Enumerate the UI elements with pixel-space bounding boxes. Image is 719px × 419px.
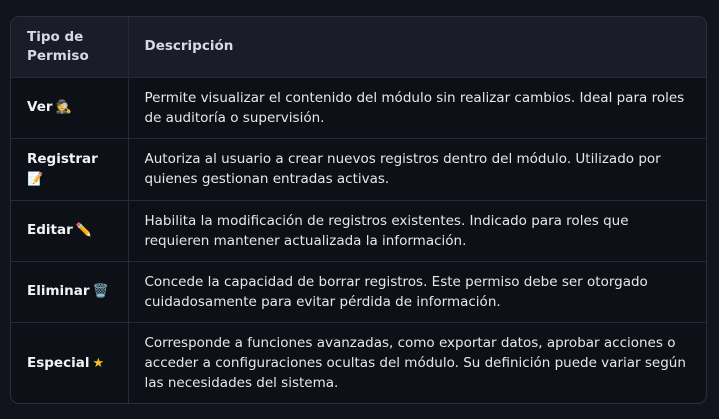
trash-icon: 🗑️ [92, 284, 109, 299]
description-cell: Concede la capacidad de borrar registros… [128, 261, 706, 323]
column-header-permission-type: Tipo de Permiso [11, 17, 129, 78]
description-cell: Permite visualizar el contenido del módu… [128, 77, 706, 139]
permission-cell: Ver 🕵️ [11, 77, 129, 139]
permission-name: Eliminar [27, 283, 90, 299]
table-row: Eliminar 🗑️ Concede la capacidad de borra… [11, 261, 706, 323]
description-cell: Autoriza al usuario a crear nuevos regis… [128, 138, 706, 201]
memo-icon: 📝 [27, 171, 44, 187]
description-cell: Corresponde a funciones avanzadas, como … [144, 335, 686, 392]
detective-icon: 🕵️ [55, 100, 72, 115]
table-row: Editar ✏️ Habilita la modificación de reg… [11, 200, 706, 262]
permission-name: Especial [27, 354, 90, 371]
table-row: Registrar 📝 Autoriza al usuario a crear n… [11, 138, 706, 201]
table-row: Ver 🕵️ Permite visualizar el contenido de… [11, 77, 706, 139]
permission-name: Registrar [27, 150, 98, 167]
pencil-icon: ✏️ [75, 223, 92, 238]
permission-cell: Editar ✏️ [11, 200, 129, 262]
table-row: Especial ★ Corresponde a funciones avanza… [11, 322, 706, 403]
permission-cell: Registrar 📝 [11, 138, 129, 201]
description-cell: Habilita la modificación de registros ex… [128, 200, 706, 262]
permissions-table: Tipo de Permiso Descripción Ver 🕵️ Permit… [11, 17, 706, 403]
table-header-row: Tipo de Permiso Descripción [11, 17, 706, 78]
permission-name: Ver [27, 99, 53, 115]
permission-cell: Eliminar 🗑️ [11, 261, 129, 323]
column-header-description: Descripción [128, 17, 706, 78]
permissions-table-container: Tipo de Permiso Descripción Ver 🕵️ Permit… [10, 16, 707, 404]
star-icon: ★ [92, 355, 105, 371]
permission-cell: Especial ★ [11, 322, 129, 403]
permission-name: Editar [27, 222, 73, 238]
